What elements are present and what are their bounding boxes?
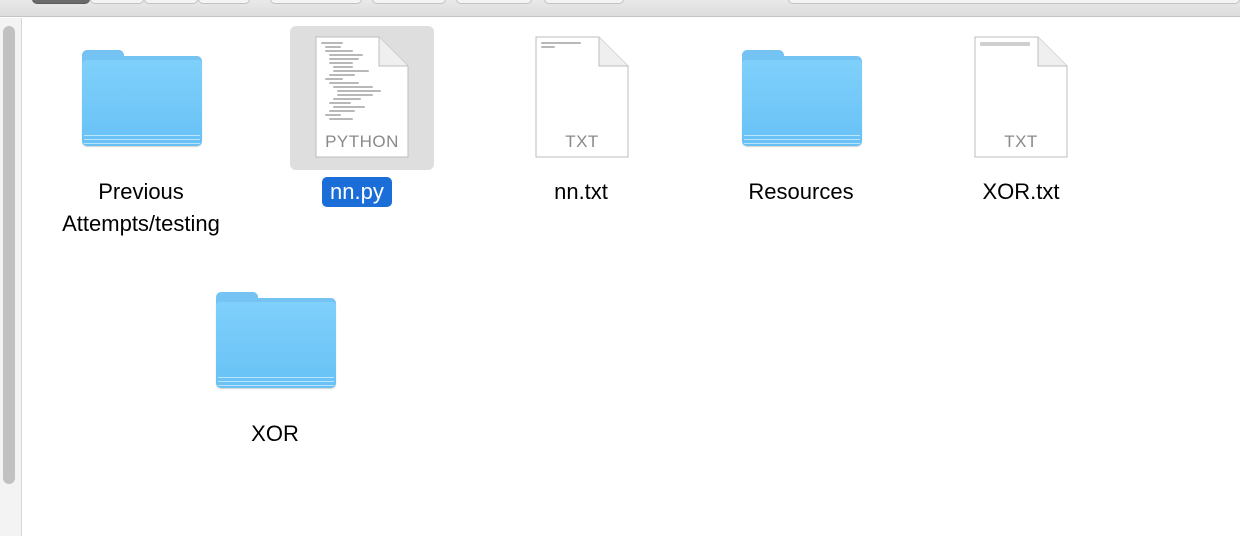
action-button[interactable]: [372, 0, 446, 4]
sidebar-edge: [0, 18, 22, 536]
python-file-icon: PYTHON: [315, 36, 409, 158]
file-name-label: XOR: [251, 421, 299, 446]
tags-button[interactable]: [544, 0, 624, 4]
gallery-view-button[interactable]: [198, 0, 250, 4]
file-extension-label: TXT: [565, 132, 599, 151]
file-extension-label: PYTHON: [325, 132, 399, 151]
finder-toolbar: [0, 0, 1240, 17]
search-field[interactable]: [788, 0, 1240, 4]
folder-icon: [82, 50, 202, 146]
column-view-button[interactable]: [144, 0, 198, 4]
folder-icon: [742, 50, 862, 146]
text-file-icon: TXT: [535, 36, 629, 158]
arrange-button[interactable]: [270, 0, 362, 4]
file-name-label: Previous Attempts/testing: [62, 179, 220, 236]
file-icon-grid: Previous Attempts/testing PYTHON nn.py T…: [23, 18, 1240, 536]
file-extension-label: TXT: [1004, 132, 1038, 151]
folder-icon: [216, 292, 336, 388]
file-name-label: Resources: [748, 179, 854, 204]
list-view-button[interactable]: [90, 0, 144, 4]
file-name-label-selected[interactable]: nn.py: [322, 177, 392, 207]
scrollbar-thumb[interactable]: [3, 26, 15, 484]
icon-view-button[interactable]: [32, 0, 90, 4]
file-name-label: nn.txt: [554, 179, 608, 204]
text-file-icon: TXT: [974, 36, 1068, 158]
share-button[interactable]: [456, 0, 532, 4]
file-name-label: XOR.txt: [982, 179, 1060, 204]
